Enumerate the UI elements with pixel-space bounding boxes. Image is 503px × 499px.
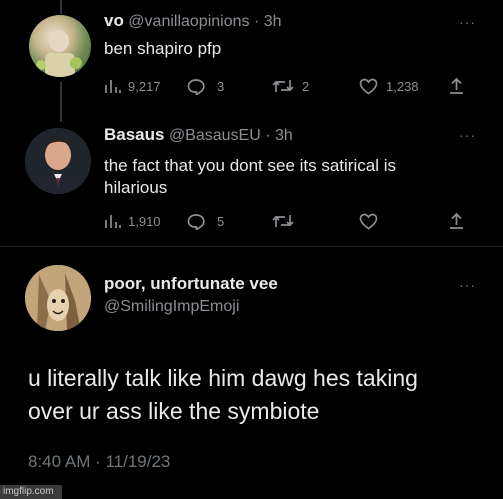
- share-button[interactable]: [448, 212, 465, 230]
- views-icon: [105, 80, 121, 93]
- like-icon: [359, 78, 378, 95]
- reply-icon: [187, 214, 205, 230]
- thread-line: [60, 0, 62, 14]
- tweet-text: ben shapiro pfp: [104, 39, 222, 58]
- tweet-text: u literally talk like him dawg hes takin…: [28, 362, 418, 428]
- retweet-button[interactable]: 2: [272, 78, 309, 94]
- thread-line: [60, 82, 62, 122]
- separator-dot: ·: [265, 127, 271, 144]
- share-icon: [450, 77, 463, 94]
- tweet-timestamp[interactable]: 8:40 AM · 11/19/23: [28, 452, 170, 472]
- tweet-text-line1: u literally talk like him dawg hes takin…: [28, 365, 418, 391]
- like-button[interactable]: [359, 213, 378, 230]
- views-button[interactable]: 9,217: [104, 78, 161, 94]
- tweet2-header: Basaus @BasausEU · 3h: [104, 125, 293, 145]
- views-button[interactable]: 1,910: [104, 213, 161, 229]
- reply-icon: [187, 79, 205, 95]
- tweet-text-line1: the fact that you dont see its satirical…: [104, 156, 396, 175]
- retweet-icon: [272, 215, 294, 227]
- tweet-time[interactable]: 3h: [275, 127, 293, 144]
- retweet-button[interactable]: [272, 213, 294, 229]
- avatar-image: [25, 128, 91, 194]
- reply-button[interactable]: 3: [187, 78, 224, 95]
- reply-button[interactable]: 5: [187, 213, 224, 230]
- avatar[interactable]: [25, 265, 91, 331]
- display-name[interactable]: poor, unfortunate vee: [104, 274, 278, 294]
- like-count: 1,238: [386, 79, 419, 94]
- separator-dot: ·: [253, 13, 260, 30]
- display-name[interactable]: vo: [104, 11, 124, 30]
- user-handle[interactable]: @SmilingImpEmoji: [104, 298, 239, 316]
- retweet-count: 2: [302, 78, 310, 94]
- more-icon[interactable]: ···: [459, 14, 476, 30]
- avatar[interactable]: [25, 128, 91, 194]
- views-count: 1,910: [128, 213, 161, 229]
- avatar-image: [36, 30, 82, 77]
- share-icon: [450, 212, 463, 229]
- share-button[interactable]: [448, 77, 465, 95]
- tweet1-header: vo @vanillaopinions · 3h: [104, 11, 282, 31]
- avatar-image: [25, 265, 91, 331]
- reply-count: 5: [217, 214, 225, 229]
- display-name[interactable]: Basaus: [104, 125, 164, 144]
- views-count: 9,217: [128, 78, 161, 94]
- more-icon[interactable]: ···: [459, 127, 476, 143]
- user-handle[interactable]: @vanillaopinions: [128, 13, 249, 30]
- watermark-text: imgflip.com: [3, 486, 54, 497]
- avatar[interactable]: [29, 15, 91, 77]
- divider: [0, 246, 503, 247]
- retweet-icon: [272, 80, 294, 92]
- tweet-time[interactable]: 3h: [264, 13, 282, 30]
- user-handle[interactable]: @BasausEU: [169, 127, 261, 144]
- like-icon: [359, 213, 378, 230]
- reply-count: 3: [217, 79, 225, 94]
- more-icon[interactable]: ···: [459, 277, 476, 293]
- views-icon: [105, 215, 121, 228]
- tweet-text-line2: hilarious: [104, 178, 168, 197]
- tweet-text-line2: over ur ass like the symbiote: [28, 398, 320, 424]
- like-button[interactable]: 1,238: [359, 78, 419, 95]
